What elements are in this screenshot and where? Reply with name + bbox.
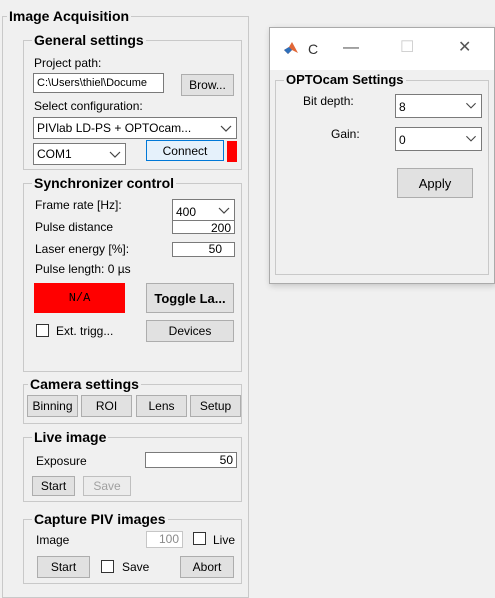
configuration-select[interactable]: PIVlab LD-PS + OPTOcam...	[33, 117, 237, 139]
minimize-icon[interactable]: —	[343, 40, 359, 56]
gain-select[interactable]: 0	[395, 127, 482, 151]
binning-button[interactable]: Binning	[27, 395, 78, 417]
frame-rate-label: Frame rate [Hz]:	[35, 198, 122, 212]
configuration-value: PIVlab LD-PS + OPTOcam...	[37, 121, 192, 135]
com-port-value: COM1	[37, 147, 72, 161]
live-checkbox-label: Live	[213, 533, 236, 547]
synchronizer-title: Synchronizer control	[32, 175, 177, 191]
camera-settings-title: Camera settings	[28, 376, 141, 392]
sync-status-text: N/A	[68, 291, 91, 305]
apply-button[interactable]: Apply	[397, 168, 473, 198]
capture-piv-title: Capture PIV images	[32, 511, 168, 527]
laser-energy-field[interactable]: 50	[172, 242, 235, 257]
chevron-down-icon	[466, 102, 476, 109]
dialog-title: C	[308, 41, 319, 57]
gain-label: Gain:	[331, 127, 360, 141]
abort-button[interactable]: Abort	[180, 556, 234, 578]
live-image-title: Live image	[32, 429, 109, 445]
close-icon[interactable]: ✕	[458, 40, 471, 56]
chevron-down-icon	[109, 151, 121, 158]
capture-save-label: Save	[122, 560, 150, 574]
toggle-laser-button[interactable]: Toggle La...	[146, 283, 234, 313]
bit-depth-label: Bit depth:	[303, 94, 354, 108]
dialog-titlebar[interactable]: C — ☐ ✕	[270, 28, 494, 70]
exposure-label: Exposure	[36, 454, 87, 468]
image-count-field: 100	[146, 531, 183, 548]
matlab-icon	[284, 42, 298, 54]
project-path-field[interactable]: C:\Users\thiel\Docume	[33, 73, 164, 93]
lens-button[interactable]: Lens	[136, 395, 187, 417]
roi-button[interactable]: ROI	[81, 395, 132, 417]
frame-rate-select[interactable]: 400	[172, 199, 235, 221]
maximize-icon[interactable]: ☐	[400, 40, 414, 56]
live-start-button[interactable]: Start	[32, 476, 75, 496]
chevron-down-icon	[220, 125, 232, 132]
pulse-length-label: Pulse length: 0 µs	[35, 262, 131, 276]
image-count-label: Image	[36, 533, 70, 547]
setup-button[interactable]: Setup	[190, 395, 241, 417]
exposure-field[interactable]: 50	[145, 452, 237, 468]
capture-start-button[interactable]: Start	[37, 556, 90, 578]
devices-button[interactable]: Devices	[146, 320, 234, 342]
connect-button[interactable]: Connect	[146, 140, 224, 161]
com-port-select[interactable]: COM1	[33, 143, 126, 165]
select-configuration-label: Select configuration:	[34, 99, 143, 113]
bit-depth-value: 8	[399, 100, 406, 114]
gain-value: 0	[399, 133, 406, 147]
connection-status-indicator	[227, 141, 237, 162]
sync-status-display: N/A	[34, 283, 125, 313]
pulse-distance-label: Pulse distance	[35, 220, 114, 234]
browse-button[interactable]: Brow...	[181, 74, 234, 96]
chevron-down-icon	[218, 207, 230, 214]
chevron-down-icon	[466, 135, 476, 142]
image-acquisition-title: Image Acquisition	[7, 8, 132, 24]
bit-depth-select[interactable]: 8	[395, 94, 482, 118]
general-settings-title: General settings	[32, 32, 146, 48]
project-path-label: Project path:	[34, 56, 102, 70]
live-save-button[interactable]: Save	[83, 476, 131, 496]
live-checkbox[interactable]	[193, 532, 206, 545]
ext-trigger-label: Ext. trigg...	[56, 324, 114, 338]
optocam-settings-title: OPTOcam Settings	[284, 72, 406, 87]
optocam-settings-window: C — ☐ ✕ OPTOcam Settings Bit depth: 8 Ga…	[269, 27, 495, 284]
ext-trigger-checkbox[interactable]	[36, 324, 49, 337]
pulse-distance-field[interactable]: 200	[172, 220, 235, 234]
top-strip	[0, 0, 495, 8]
capture-save-checkbox[interactable]	[101, 560, 114, 573]
laser-energy-label: Laser energy [%]:	[35, 242, 130, 256]
frame-rate-value: 400	[176, 205, 197, 219]
